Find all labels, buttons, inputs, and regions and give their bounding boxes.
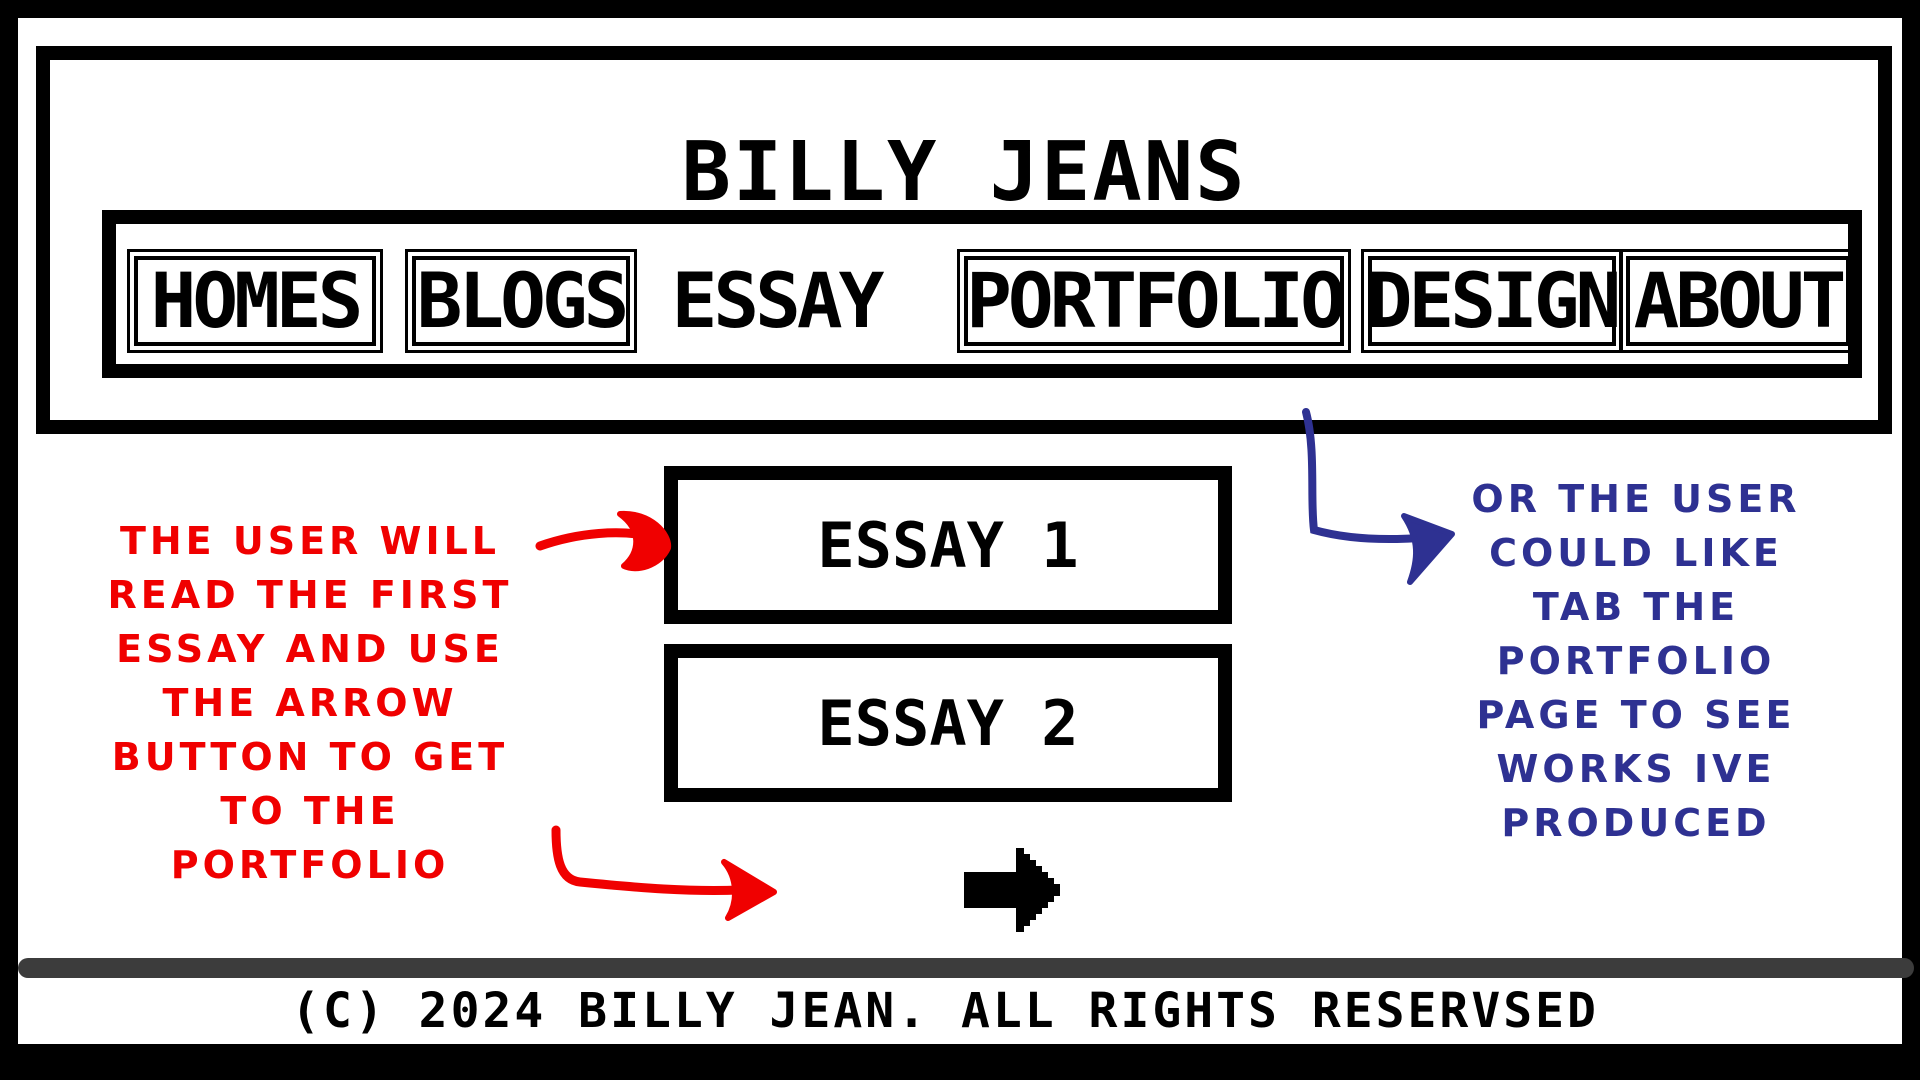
essay-1-button[interactable]: ESSAY 1 (664, 466, 1232, 624)
nav-item-homes[interactable]: HOMES (127, 249, 383, 353)
site-title: BILLY JEANS (681, 125, 1247, 220)
nav-item-essay[interactable]: ESSAY (672, 256, 885, 346)
nav-item-portfolio[interactable]: PORTFOLIO (957, 249, 1351, 353)
essay-2-button[interactable]: ESSAY 2 (664, 644, 1232, 802)
footer-copyright: (C) 2024 BILLY JEAN. ALL RIGHTS RESERVSE… (291, 983, 1599, 1039)
nav-bar: HOMES BLOGS ESSAY PORTFOLIO DESIGN ABOUT (102, 210, 1862, 378)
nav-item-design[interactable]: DESIGN (1361, 249, 1623, 353)
footer-divider (18, 958, 1914, 978)
nav-item-blogs[interactable]: BLOGS (405, 249, 637, 353)
nav-item-about[interactable]: ABOUT (1619, 249, 1857, 353)
right-arrow-icon[interactable] (964, 848, 1070, 932)
annotation-right-note: OR THE USER COULD LIKE TAB THE PORTFOLIO… (1471, 477, 1801, 845)
annotation-left-note: THE USER WILL READ THE FIRST ESSAY AND U… (107, 519, 513, 887)
